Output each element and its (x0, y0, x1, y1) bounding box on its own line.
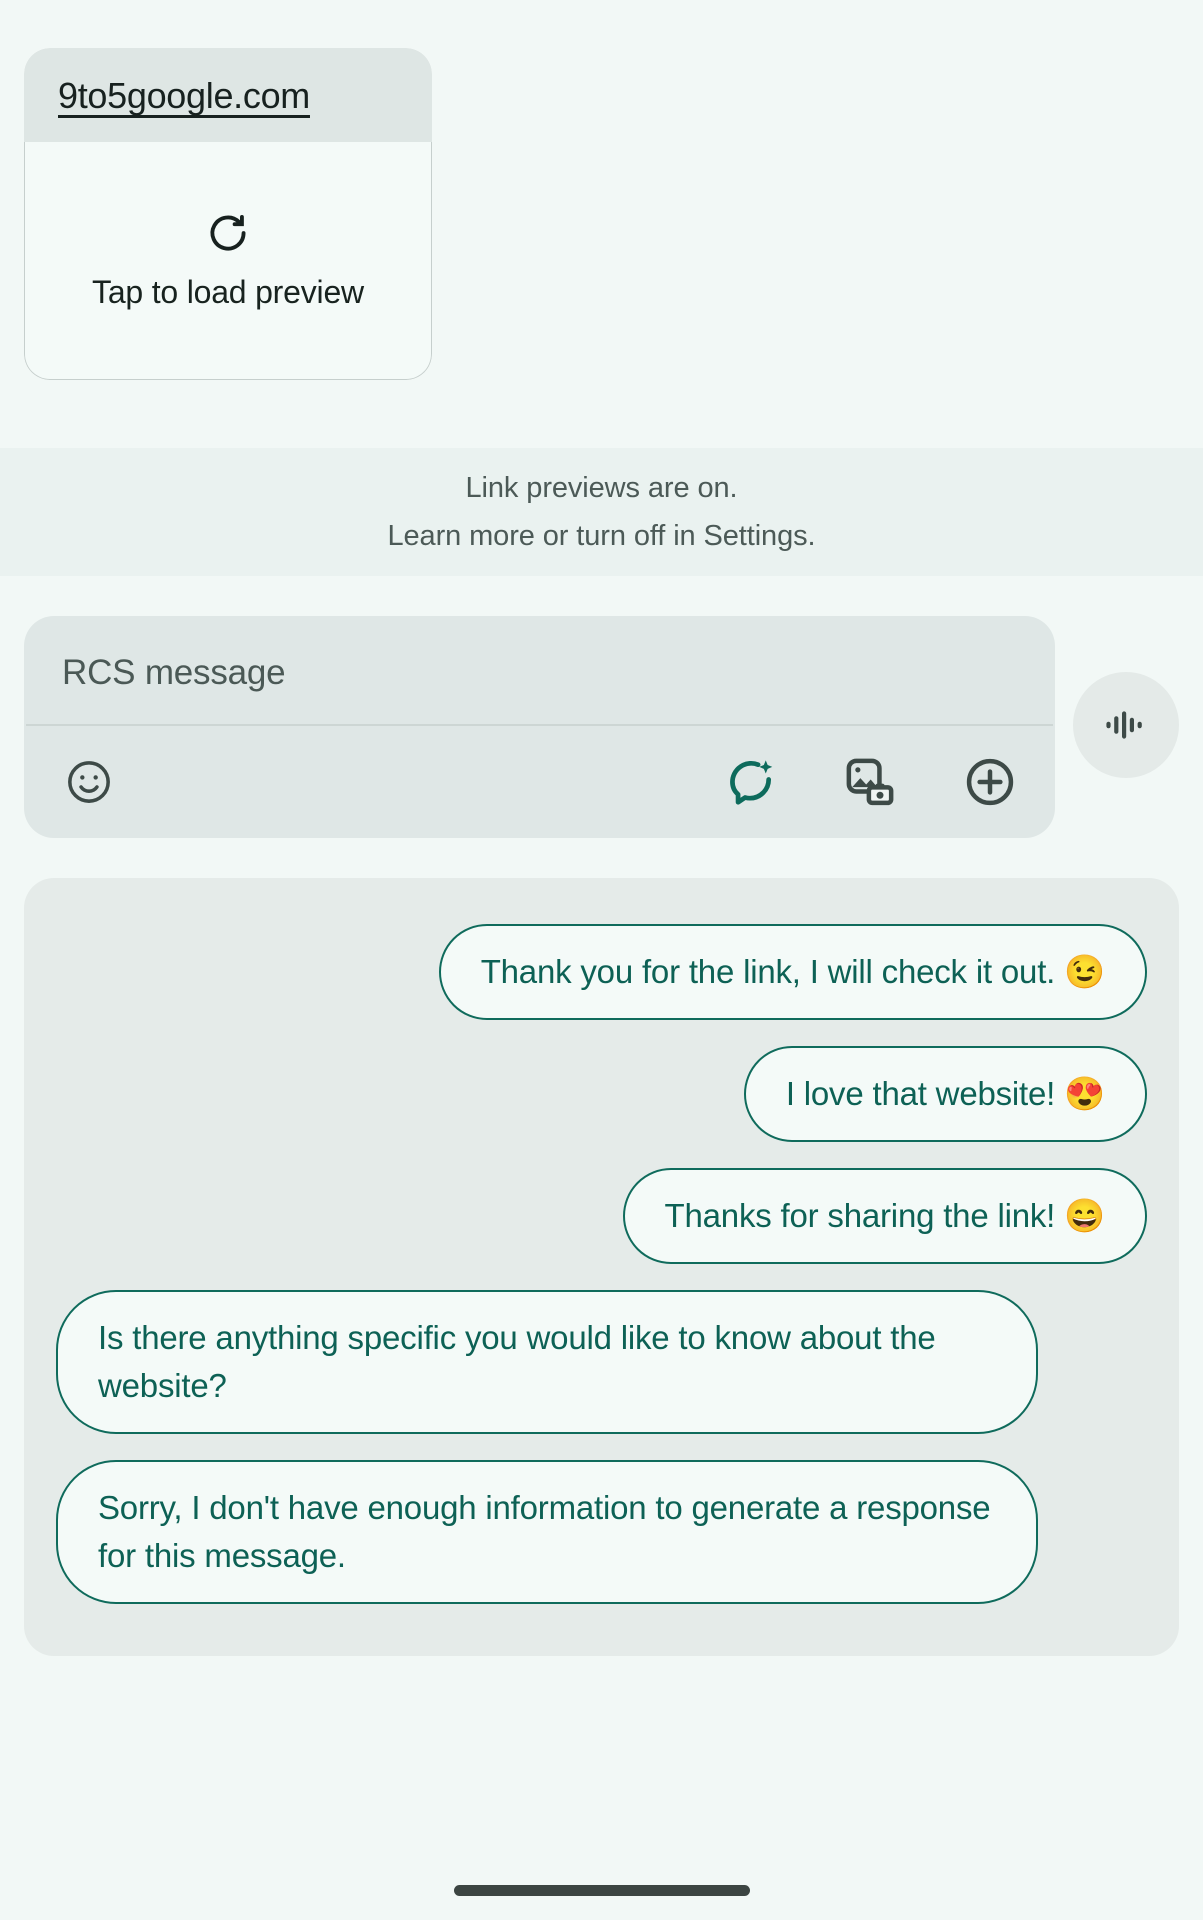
message-input-placeholder: RCS message (62, 653, 286, 692)
link-preview-header[interactable]: 9to5google.com (24, 48, 432, 142)
suggestion-chip[interactable]: Sorry, I don't have enough information t… (56, 1459, 1038, 1604)
magic-compose-sparkle-icon[interactable] (719, 751, 781, 813)
link-preview-card[interactable]: 9to5google.com Tap to load preview (24, 48, 432, 380)
suggestion-chip[interactable]: Is there anything specific you would lik… (56, 1289, 1038, 1434)
gesture-nav-area (0, 1655, 1203, 1920)
link-previews-banner[interactable]: Link previews are on. Learn more or turn… (0, 448, 1203, 576)
suggestion-chip[interactable]: Thank you for the link, I will check it … (438, 923, 1147, 1020)
link-preview-cta-label: Tap to load preview (92, 273, 364, 310)
refresh-icon (206, 211, 250, 255)
suggestion-chip[interactable]: I love that website! 😍 (743, 1045, 1147, 1142)
messaging-screen: 9to5google.com Tap to load preview Link … (0, 0, 1203, 1920)
banner-line-secondary[interactable]: Learn more or turn off in Settings. (388, 514, 816, 558)
message-input[interactable]: RCS message (24, 616, 1055, 724)
gallery-camera-icon[interactable] (839, 751, 901, 813)
compose-row: RCS message (0, 576, 1203, 838)
plus-circle-icon[interactable] (959, 751, 1021, 813)
gesture-nav-handle[interactable] (453, 1885, 750, 1896)
link-preview-body[interactable]: Tap to load preview (24, 142, 432, 380)
compose-actions (24, 726, 1055, 838)
link-preview-url[interactable]: 9to5google.com (58, 75, 310, 116)
conversation-area: 9to5google.com Tap to load preview (0, 0, 1203, 448)
smart-reply-suggestions: Thank you for the link, I will check it … (24, 877, 1179, 1656)
voice-waveform-icon[interactable] (1073, 672, 1179, 778)
banner-line-primary: Link previews are on. (465, 472, 738, 504)
emoji-smiley-icon[interactable] (58, 751, 120, 813)
suggestion-chip[interactable]: Thanks for sharing the link! 😄 (622, 1167, 1147, 1264)
compose-box[interactable]: RCS message (24, 616, 1055, 838)
